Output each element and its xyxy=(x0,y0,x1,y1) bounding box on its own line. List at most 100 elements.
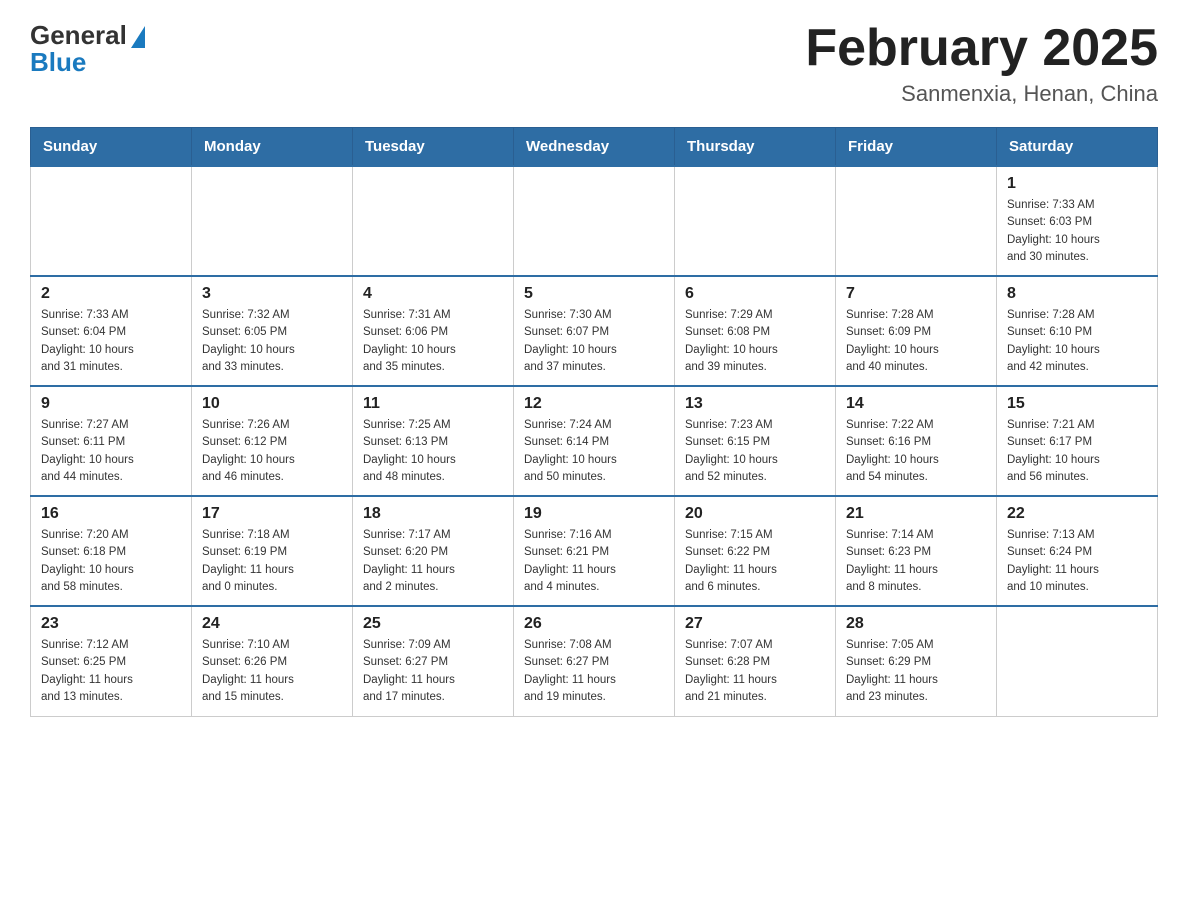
calendar-cell: 19 Sunrise: 7:16 AMSunset: 6:21 PMDayligh… xyxy=(514,496,675,606)
day-of-week-header: Sunday xyxy=(31,128,192,167)
day-number: 3 xyxy=(202,285,342,303)
day-info: Sunrise: 7:29 AMSunset: 6:08 PMDaylight:… xyxy=(685,307,825,376)
day-number: 1 xyxy=(1007,175,1147,193)
calendar-cell: 25 Sunrise: 7:09 AMSunset: 6:27 PMDayligh… xyxy=(353,606,514,716)
day-number: 12 xyxy=(524,395,664,413)
calendar-cell: 28 Sunrise: 7:05 AMSunset: 6:29 PMDayligh… xyxy=(836,606,997,716)
calendar-cell xyxy=(997,606,1158,716)
page-header: General Blue February 2025 Sanmenxia, He… xyxy=(30,20,1158,107)
calendar-cell xyxy=(192,166,353,276)
day-of-week-header: Tuesday xyxy=(353,128,514,167)
calendar-week-row: 9 Sunrise: 7:27 AMSunset: 6:11 PMDaylight… xyxy=(31,386,1158,496)
day-info: Sunrise: 7:16 AMSunset: 6:21 PMDaylight:… xyxy=(524,527,664,596)
calendar-cell: 20 Sunrise: 7:15 AMSunset: 6:22 PMDayligh… xyxy=(675,496,836,606)
day-of-week-header: Monday xyxy=(192,128,353,167)
day-number: 22 xyxy=(1007,505,1147,523)
logo-triangle-icon xyxy=(131,26,145,48)
day-number: 25 xyxy=(363,615,503,633)
day-number: 9 xyxy=(41,395,181,413)
day-number: 16 xyxy=(41,505,181,523)
day-info: Sunrise: 7:32 AMSunset: 6:05 PMDaylight:… xyxy=(202,307,342,376)
day-info: Sunrise: 7:20 AMSunset: 6:18 PMDaylight:… xyxy=(41,527,181,596)
calendar-table: SundayMondayTuesdayWednesdayThursdayFrid… xyxy=(30,127,1158,717)
calendar-cell: 7Sunrise: 7:28 AMSunset: 6:09 PMDaylight… xyxy=(836,276,997,386)
day-info: Sunrise: 7:15 AMSunset: 6:22 PMDaylight:… xyxy=(685,527,825,596)
day-info: Sunrise: 7:07 AMSunset: 6:28 PMDaylight:… xyxy=(685,637,825,706)
day-number: 20 xyxy=(685,505,825,523)
day-info: Sunrise: 7:12 AMSunset: 6:25 PMDaylight:… xyxy=(41,637,181,706)
calendar-cell: 24 Sunrise: 7:10 AMSunset: 6:26 PMDayligh… xyxy=(192,606,353,716)
day-info: Sunrise: 7:17 AMSunset: 6:20 PMDaylight:… xyxy=(363,527,503,596)
day-number: 14 xyxy=(846,395,986,413)
calendar-cell: 5Sunrise: 7:30 AMSunset: 6:07 PMDaylight… xyxy=(514,276,675,386)
calendar-week-row: 16 Sunrise: 7:20 AMSunset: 6:18 PMDayligh… xyxy=(31,496,1158,606)
calendar-cell: 2Sunrise: 7:33 AMSunset: 6:04 PMDaylight… xyxy=(31,276,192,386)
month-title: February 2025 xyxy=(805,20,1158,77)
day-info: Sunrise: 7:09 AMSunset: 6:27 PMDaylight:… xyxy=(363,637,503,706)
logo: General Blue xyxy=(30,20,145,78)
day-of-week-header: Friday xyxy=(836,128,997,167)
day-number: 17 xyxy=(202,505,342,523)
calendar-cell: 14 Sunrise: 7:22 AMSunset: 6:16 PMDayligh… xyxy=(836,386,997,496)
calendar-cell xyxy=(514,166,675,276)
day-number: 19 xyxy=(524,505,664,523)
calendar-cell: 11 Sunrise: 7:25 AMSunset: 6:13 PMDayligh… xyxy=(353,386,514,496)
calendar-header-row: SundayMondayTuesdayWednesdayThursdayFrid… xyxy=(31,128,1158,167)
day-number: 13 xyxy=(685,395,825,413)
location: Sanmenxia, Henan, China xyxy=(805,81,1158,107)
calendar-cell: 23 Sunrise: 7:12 AMSunset: 6:25 PMDayligh… xyxy=(31,606,192,716)
day-info: Sunrise: 7:25 AMSunset: 6:13 PMDaylight:… xyxy=(363,417,503,486)
day-info: Sunrise: 7:31 AMSunset: 6:06 PMDaylight:… xyxy=(363,307,503,376)
calendar-cell: 3 Sunrise: 7:32 AMSunset: 6:05 PMDaylight… xyxy=(192,276,353,386)
calendar-week-row: 23 Sunrise: 7:12 AMSunset: 6:25 PMDayligh… xyxy=(31,606,1158,716)
day-number: 21 xyxy=(846,505,986,523)
day-info: Sunrise: 7:33 AMSunset: 6:04 PMDaylight:… xyxy=(41,307,181,376)
day-number: 18 xyxy=(363,505,503,523)
calendar-cell: 15Sunrise: 7:21 AMSunset: 6:17 PMDayligh… xyxy=(997,386,1158,496)
calendar-cell: 1 Sunrise: 7:33 AMSunset: 6:03 PMDaylight… xyxy=(997,166,1158,276)
calendar-cell xyxy=(675,166,836,276)
day-number: 6 xyxy=(685,285,825,303)
day-info: Sunrise: 7:05 AMSunset: 6:29 PMDaylight:… xyxy=(846,637,986,706)
calendar-cell: 18 Sunrise: 7:17 AMSunset: 6:20 PMDayligh… xyxy=(353,496,514,606)
day-number: 8 xyxy=(1007,285,1147,303)
calendar-cell: 13 Sunrise: 7:23 AMSunset: 6:15 PMDayligh… xyxy=(675,386,836,496)
calendar-cell: 17 Sunrise: 7:18 AMSunset: 6:19 PMDayligh… xyxy=(192,496,353,606)
day-number: 5 xyxy=(524,285,664,303)
day-of-week-header: Thursday xyxy=(675,128,836,167)
day-info: Sunrise: 7:08 AMSunset: 6:27 PMDaylight:… xyxy=(524,637,664,706)
day-info: Sunrise: 7:26 AMSunset: 6:12 PMDaylight:… xyxy=(202,417,342,486)
day-number: 4 xyxy=(363,285,503,303)
logo-blue: Blue xyxy=(30,47,86,78)
calendar-cell: 27 Sunrise: 7:07 AMSunset: 6:28 PMDayligh… xyxy=(675,606,836,716)
calendar-cell: 10Sunrise: 7:26 AMSunset: 6:12 PMDayligh… xyxy=(192,386,353,496)
calendar-cell: 26 Sunrise: 7:08 AMSunset: 6:27 PMDayligh… xyxy=(514,606,675,716)
calendar-cell: 6 Sunrise: 7:29 AMSunset: 6:08 PMDaylight… xyxy=(675,276,836,386)
day-number: 26 xyxy=(524,615,664,633)
calendar-cell xyxy=(353,166,514,276)
title-section: February 2025 Sanmenxia, Henan, China xyxy=(805,20,1158,107)
day-info: Sunrise: 7:23 AMSunset: 6:15 PMDaylight:… xyxy=(685,417,825,486)
calendar-cell: 22 Sunrise: 7:13 AMSunset: 6:24 PMDayligh… xyxy=(997,496,1158,606)
day-info: Sunrise: 7:13 AMSunset: 6:24 PMDaylight:… xyxy=(1007,527,1147,596)
calendar-cell: 12Sunrise: 7:24 AMSunset: 6:14 PMDayligh… xyxy=(514,386,675,496)
day-of-week-header: Wednesday xyxy=(514,128,675,167)
day-info: Sunrise: 7:33 AMSunset: 6:03 PMDaylight:… xyxy=(1007,197,1147,266)
day-number: 28 xyxy=(846,615,986,633)
day-number: 24 xyxy=(202,615,342,633)
day-info: Sunrise: 7:18 AMSunset: 6:19 PMDaylight:… xyxy=(202,527,342,596)
calendar-cell xyxy=(836,166,997,276)
day-number: 27 xyxy=(685,615,825,633)
calendar-cell: 9 Sunrise: 7:27 AMSunset: 6:11 PMDaylight… xyxy=(31,386,192,496)
day-number: 11 xyxy=(363,395,503,413)
day-of-week-header: Saturday xyxy=(997,128,1158,167)
day-info: Sunrise: 7:27 AMSunset: 6:11 PMDaylight:… xyxy=(41,417,181,486)
day-info: Sunrise: 7:28 AMSunset: 6:09 PMDaylight:… xyxy=(846,307,986,376)
calendar-cell: 8Sunrise: 7:28 AMSunset: 6:10 PMDaylight… xyxy=(997,276,1158,386)
day-number: 23 xyxy=(41,615,181,633)
calendar-cell: 16 Sunrise: 7:20 AMSunset: 6:18 PMDayligh… xyxy=(31,496,192,606)
calendar-week-row: 1 Sunrise: 7:33 AMSunset: 6:03 PMDaylight… xyxy=(31,166,1158,276)
day-number: 15 xyxy=(1007,395,1147,413)
day-info: Sunrise: 7:10 AMSunset: 6:26 PMDaylight:… xyxy=(202,637,342,706)
day-info: Sunrise: 7:22 AMSunset: 6:16 PMDaylight:… xyxy=(846,417,986,486)
